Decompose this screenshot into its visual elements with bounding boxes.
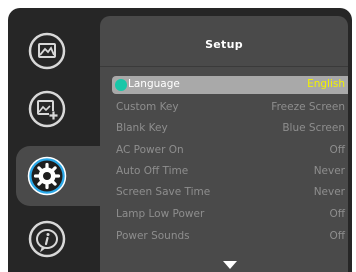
menu-item-label: Auto Off Time: [116, 165, 189, 177]
setup-gear-icon: [27, 156, 67, 196]
menu-item-language[interactable]: Language English: [112, 76, 348, 94]
menu-item-value: Never: [313, 165, 345, 177]
tab-image[interactable]: [26, 30, 68, 72]
setup-panel: Setup Language English Custom Key Freeze…: [100, 16, 348, 272]
advanced-image-icon: [28, 90, 66, 128]
menu-item-power-sounds[interactable]: Power Sounds Off: [112, 228, 348, 246]
panel-divider: [100, 66, 348, 67]
panel-title: Setup: [205, 38, 243, 51]
menu-item-value: Freeze Screen: [271, 101, 345, 113]
menu-item-label: Lamp Low Power: [116, 208, 205, 220]
menu-item-auto-off-time[interactable]: Auto Off Time Never: [112, 163, 348, 181]
menu-item-value: Blue Screen: [282, 122, 345, 134]
menu-item-screen-save-time[interactable]: Screen Save Time Never: [112, 184, 348, 202]
menu-item-value: Off: [329, 208, 346, 220]
status-info-icon: [28, 220, 66, 258]
menu-tab-bar: [8, 8, 106, 272]
menu-item-blank-key[interactable]: Blank Key Blue Screen: [112, 120, 348, 138]
scroll-down-arrow-icon[interactable]: [223, 261, 237, 269]
menu-item-lamp-low-power[interactable]: Lamp Low Power Off: [112, 206, 348, 224]
menu-item-value: English: [307, 78, 345, 90]
menu-item-value: Off: [329, 230, 346, 242]
menu-item-value: Off: [329, 144, 346, 156]
image-icon: [28, 32, 66, 70]
menu-item-label: AC Power On: [116, 144, 184, 156]
menu-item-ac-power-on[interactable]: AC Power On Off: [112, 142, 348, 160]
menu-item-label: Power Sounds: [116, 230, 190, 242]
osd-menu-frame: Setup Language English Custom Key Freeze…: [8, 8, 352, 272]
language-globe-icon: [115, 79, 127, 91]
tab-status[interactable]: [26, 218, 68, 260]
menu-item-label: Blank Key: [116, 122, 168, 134]
menu-item-label: Screen Save Time: [116, 186, 211, 198]
menu-item-value: Never: [313, 186, 345, 198]
tab-setup[interactable]: [16, 146, 106, 206]
menu-item-custom-key[interactable]: Custom Key Freeze Screen: [112, 99, 348, 117]
menu-item-label: Language: [128, 78, 180, 90]
tab-advanced-image[interactable]: [26, 88, 68, 130]
menu-item-label: Custom Key: [116, 101, 179, 113]
